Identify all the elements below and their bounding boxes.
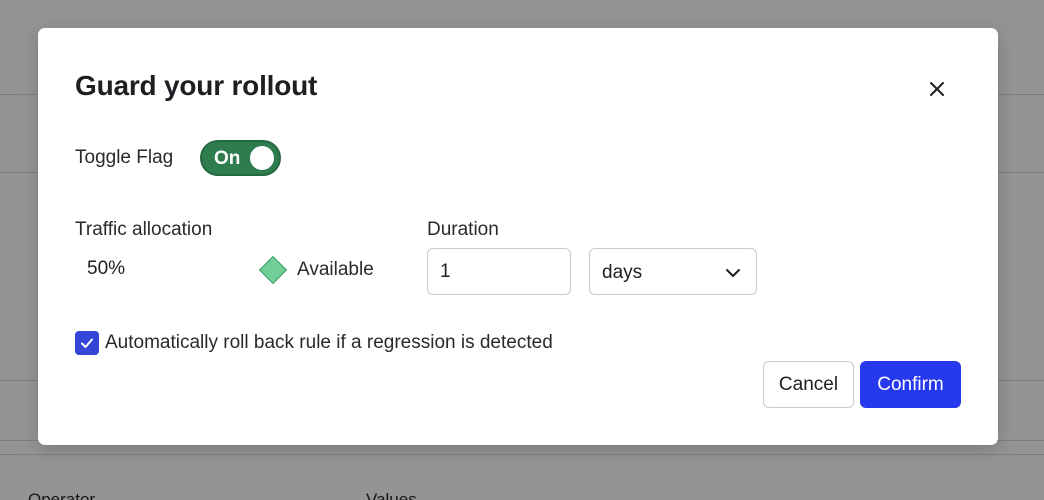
confirm-button[interactable]: Confirm bbox=[860, 361, 961, 408]
toggle-state-text: On bbox=[214, 148, 241, 169]
guard-rollout-dialog: Guard your rollout Toggle Flag On Traffi… bbox=[38, 28, 998, 445]
traffic-allocation-value: 50% bbox=[87, 258, 126, 279]
traffic-allocation-label: Traffic allocation bbox=[75, 219, 213, 240]
cancel-button[interactable]: Cancel bbox=[763, 361, 854, 408]
close-button[interactable] bbox=[921, 73, 953, 105]
availability-status: Available bbox=[297, 259, 374, 280]
dialog-title: Guard your rollout bbox=[75, 70, 318, 101]
chevron-down-icon bbox=[726, 269, 740, 277]
diamond-icon bbox=[258, 255, 288, 285]
duration-amount-input[interactable] bbox=[427, 248, 571, 295]
toggle-flag-label: Toggle Flag bbox=[75, 147, 174, 168]
toggle-flag-switch[interactable]: On bbox=[200, 140, 281, 176]
checkmark-icon bbox=[81, 338, 93, 348]
rollback-checkbox-label[interactable]: Automatically roll back rule if a regres… bbox=[105, 332, 553, 354]
duration-label: Duration bbox=[427, 219, 499, 240]
toggle-knob bbox=[250, 146, 274, 170]
close-icon bbox=[930, 82, 944, 96]
duration-unit-value: days bbox=[602, 262, 643, 283]
duration-unit-select[interactable]: days bbox=[589, 248, 757, 295]
rollback-checkbox[interactable] bbox=[75, 331, 99, 355]
